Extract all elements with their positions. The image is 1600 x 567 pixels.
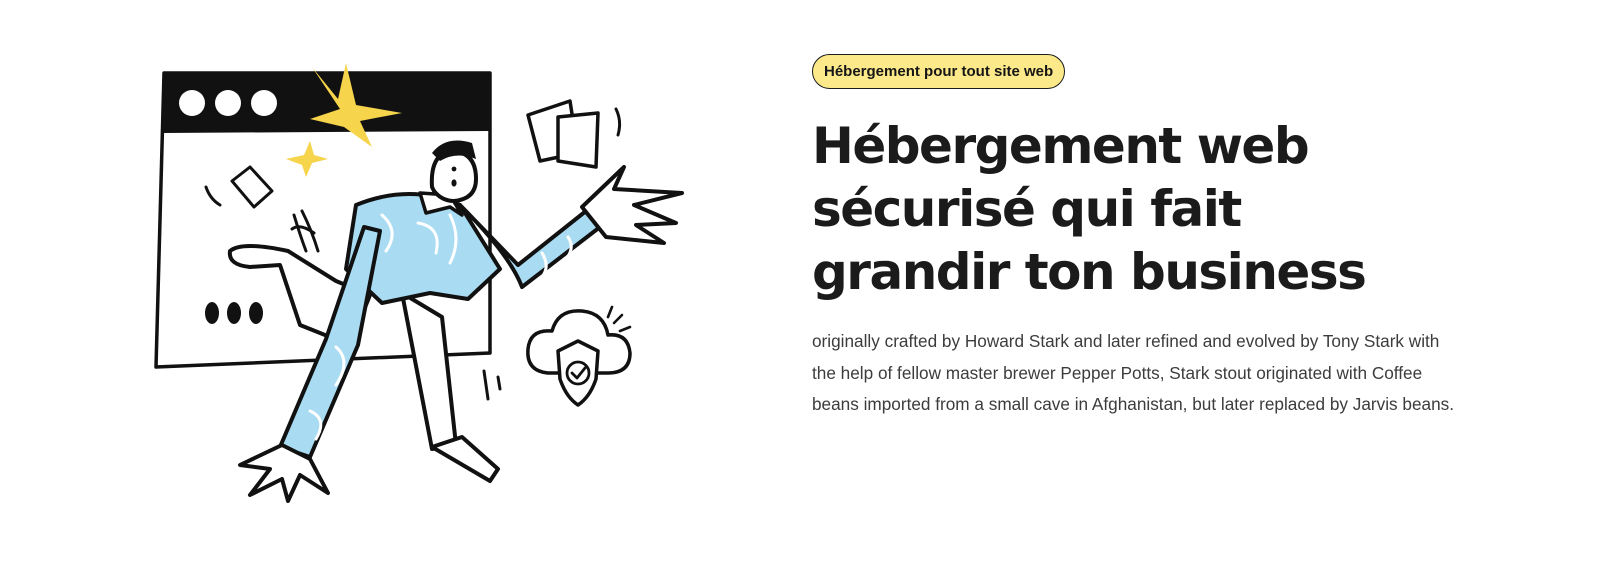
page-title: Hébergement web sécurisé qui fait grandi… (812, 117, 1367, 301)
hero-content: Hébergement pour tout site web Hébergeme… (812, 54, 1472, 421)
hero-description: originally crafted by Howard Stark and l… (812, 331, 1455, 414)
category-badge: Hébergement pour tout site web (812, 54, 1066, 89)
hero-illustration (150, 55, 710, 515)
cloud-shield-check-icon (526, 305, 632, 407)
hero-section: Hébergement pour tout site web Hébergeme… (0, 0, 1600, 567)
paper-sheet-icon (526, 99, 622, 169)
